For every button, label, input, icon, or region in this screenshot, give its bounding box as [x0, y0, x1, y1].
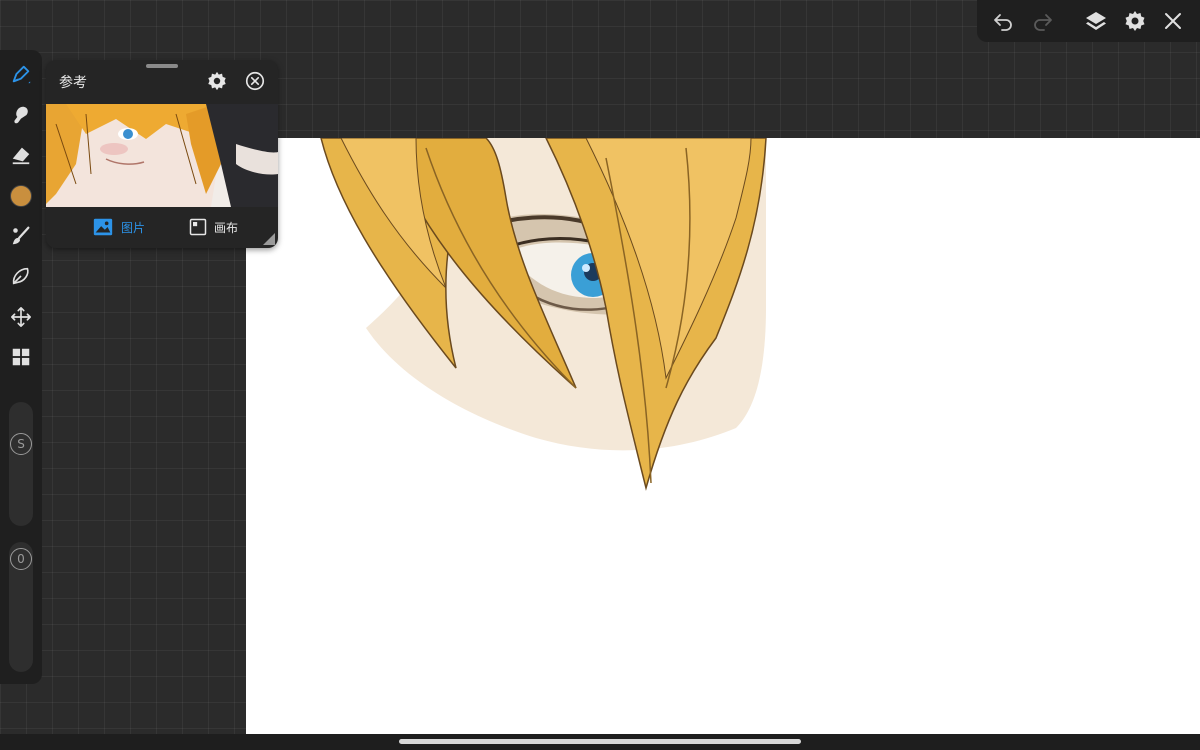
reference-artwork: [46, 104, 278, 207]
home-indicator[interactable]: [399, 739, 801, 744]
drag-handle[interactable]: [146, 64, 178, 68]
eye-highlight: [582, 264, 590, 272]
close-icon: [1165, 13, 1181, 29]
opacity-slider[interactable]: 0: [9, 542, 33, 672]
tool-rail: S 0: [0, 50, 42, 684]
resize-handle-icon[interactable]: [263, 233, 275, 245]
move-icon: [11, 307, 31, 327]
image-icon: [93, 218, 113, 236]
opacity-thumb[interactable]: 0: [10, 548, 32, 570]
tab-image[interactable]: 图片: [91, 216, 145, 238]
redo-icon: [1034, 14, 1052, 31]
opacity-label: 0: [17, 552, 25, 566]
drawing-canvas[interactable]: [246, 138, 1200, 734]
close-circle-icon: [245, 71, 265, 91]
undo-icon: [994, 14, 1012, 31]
smudge-tool[interactable]: [7, 101, 35, 129]
tab-canvas[interactable]: 画布: [188, 216, 238, 238]
color-picker[interactable]: [7, 182, 35, 210]
pen-icon: [12, 65, 31, 84]
reference-panel: 参考 图片 画布: [46, 60, 278, 248]
top-toolbar: [977, 0, 1200, 42]
reference-settings-button[interactable]: [206, 70, 228, 92]
transform-tool[interactable]: [7, 303, 35, 331]
layers-button[interactable]: [1083, 8, 1109, 34]
pen-tool[interactable]: [7, 60, 35, 88]
close-button[interactable]: [1160, 8, 1186, 34]
gallery-tool[interactable]: [7, 343, 35, 371]
eraser-tool[interactable]: [7, 141, 35, 169]
undo-button[interactable]: [990, 8, 1016, 34]
reference-close-button[interactable]: [244, 70, 266, 92]
gear-icon: [208, 71, 226, 91]
smudge-icon: [14, 106, 28, 124]
canvas-icon: [189, 218, 207, 236]
color-swatch: [10, 185, 32, 207]
brush-icon: [12, 226, 30, 245]
settings-button[interactable]: [1122, 8, 1148, 34]
artwork: [320, 138, 767, 491]
redo-button[interactable]: [1030, 8, 1056, 34]
tab-image-label: 图片: [121, 220, 146, 235]
brush-size-slider[interactable]: S: [9, 402, 33, 526]
tab-canvas-label: 画布: [214, 220, 239, 235]
eraser-icon: [12, 147, 30, 165]
selection-tool[interactable]: [7, 262, 35, 290]
grid-icon: [12, 348, 30, 366]
layers-icon: [1086, 12, 1106, 30]
reference-image[interactable]: [46, 104, 278, 207]
reference-title: 参考: [59, 75, 87, 91]
brush-settings-tool[interactable]: [7, 222, 35, 250]
lasso-icon: [12, 267, 29, 285]
gear-icon: [1125, 11, 1145, 31]
brush-size-thumb[interactable]: S: [10, 433, 32, 455]
reference-tabs: 图片 画布: [46, 207, 278, 248]
brush-size-label: S: [17, 437, 25, 451]
